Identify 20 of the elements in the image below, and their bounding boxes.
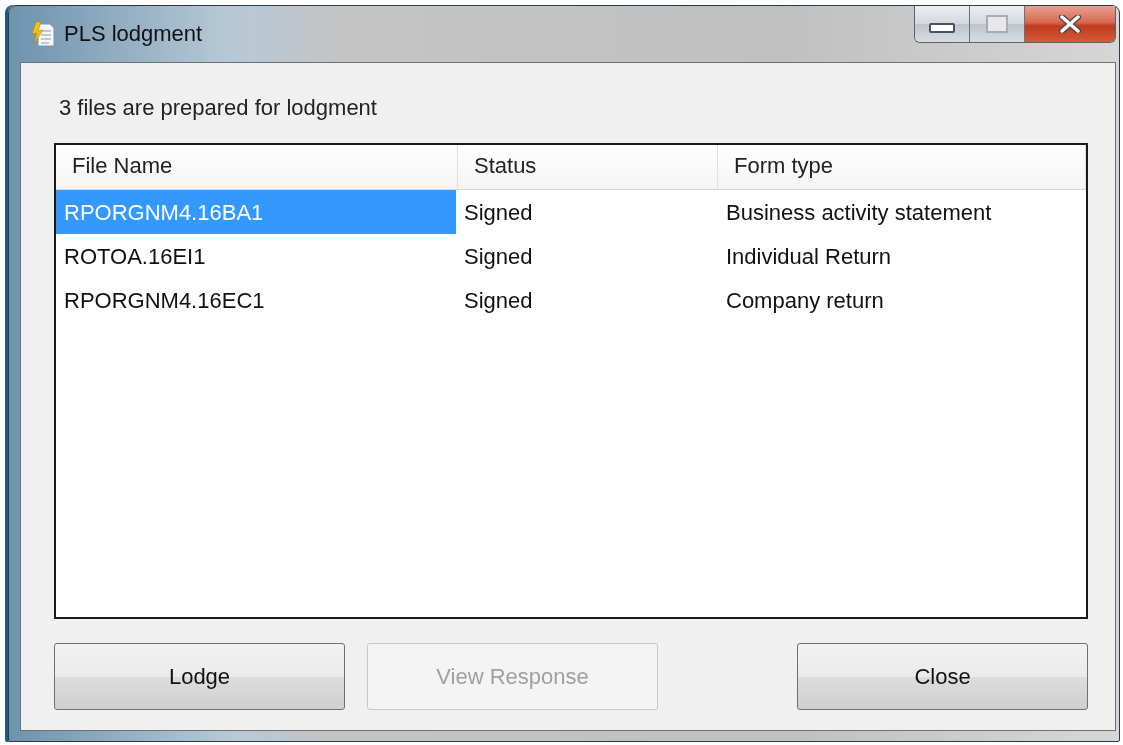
table-cell-text: Signed xyxy=(463,243,534,271)
table-cell-text: Business activity statement xyxy=(725,199,993,227)
close-button[interactable]: Close xyxy=(797,643,1088,710)
column-header[interactable]: Status xyxy=(458,145,718,189)
window-title: PLS lodgment xyxy=(64,21,203,47)
close-window-button[interactable] xyxy=(1025,6,1115,42)
table-cell-text: RPORGNM4.16EC1 xyxy=(63,287,266,315)
table-cell-text: ROTOA.16EI1 xyxy=(63,243,207,271)
table-cell-text: Signed xyxy=(463,199,534,227)
info-message: 3 files are prepared for lodgment xyxy=(58,94,378,122)
table-cell-text: Company return xyxy=(725,287,885,315)
column-header[interactable]: Form type xyxy=(718,145,1086,189)
close-icon xyxy=(1059,15,1081,33)
table-cell-text: Signed xyxy=(463,287,534,315)
table-cell-text: Individual Return xyxy=(725,243,893,271)
table-cell: RPORGNM4.16BA1 xyxy=(56,190,456,234)
column-header[interactable]: File Name xyxy=(56,145,458,189)
minimize-button[interactable] xyxy=(915,6,970,42)
lodge-button[interactable]: Lodge xyxy=(54,643,345,710)
document-icon xyxy=(30,20,56,48)
